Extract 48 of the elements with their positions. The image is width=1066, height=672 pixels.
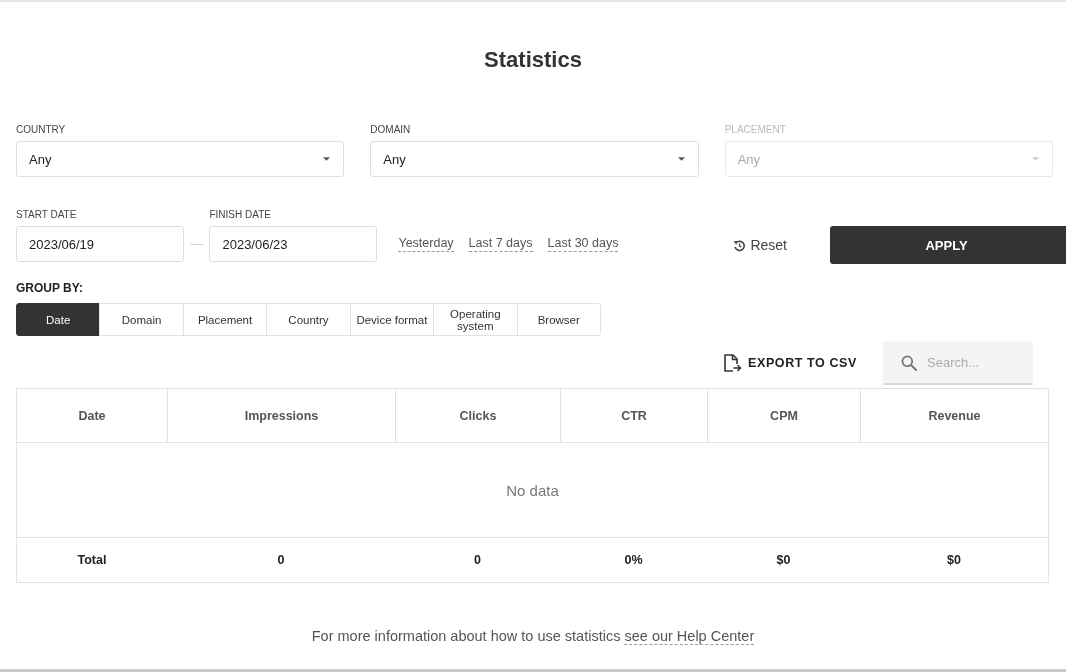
column-header: Clicks (395, 389, 560, 442)
column-header: CTR (560, 389, 707, 442)
field-label: COUNTRY (16, 124, 66, 136)
field-label: FINISH DATE (209, 209, 271, 221)
page-title: Statistics (484, 46, 582, 74)
group-by-label: GROUP BY: (16, 281, 83, 295)
total-cell: $0 (776, 553, 791, 567)
date-input[interactable]: 2023/06/19 (16, 226, 184, 262)
column-header: Date (77, 407, 107, 425)
field-label: START DATE (16, 209, 77, 221)
dropdown-select[interactable]: Any (370, 141, 699, 177)
total-cell: $0 (947, 553, 961, 567)
caret-icon (1032, 157, 1039, 161)
total-cell: 0 (277, 553, 285, 567)
group-by-tab[interactable]: Operating system (433, 303, 518, 336)
total-cell: 0% (624, 553, 643, 567)
dropdown-select[interactable]: Any (16, 141, 345, 177)
group-by-tab[interactable]: Placement (182, 303, 268, 336)
export-csv-button[interactable]: EXPORT TO CSV (722, 353, 857, 373)
apply-button[interactable]: APPLY (830, 226, 1066, 264)
reset-button[interactable]: Reset (733, 237, 787, 253)
date-input[interactable]: 2023/06/23 (209, 226, 378, 262)
date-preset-link[interactable]: Last 7 days (468, 236, 533, 252)
history-icon (733, 238, 747, 252)
help-text: For more information about how to use statistics see our Help Center (311, 627, 755, 645)
empty-message: No data (506, 481, 559, 499)
column-header: CPM (707, 389, 860, 442)
search-field[interactable]: Search... (883, 341, 1033, 385)
group-by-tab[interactable]: Browser (516, 303, 601, 336)
column-header: Revenue (860, 389, 1048, 442)
field-label: PLACEMENT (724, 124, 786, 136)
dropdown-select: Any (724, 141, 1053, 177)
caret-icon (677, 157, 685, 161)
group-by-tab[interactable]: Country (266, 303, 351, 336)
group-by-tab[interactable]: Domain (99, 303, 184, 336)
column-header: Impressions (167, 389, 395, 442)
date-preset-link[interactable]: Last 30 days (547, 236, 619, 252)
total-cell: 0 (474, 553, 481, 567)
date-separator: — (189, 235, 205, 253)
search-icon (901, 355, 917, 371)
group-by-tab[interactable]: Date (16, 303, 101, 336)
caret-icon (323, 157, 331, 161)
date-preset-link[interactable]: Yesterday (398, 236, 454, 252)
help-center-link[interactable]: see our Help Center (624, 628, 755, 645)
file-export-icon (722, 353, 742, 373)
group-by-tab[interactable]: Device format (349, 303, 435, 336)
field-label: DOMAIN (370, 124, 411, 136)
total-cell: Total (77, 553, 107, 567)
